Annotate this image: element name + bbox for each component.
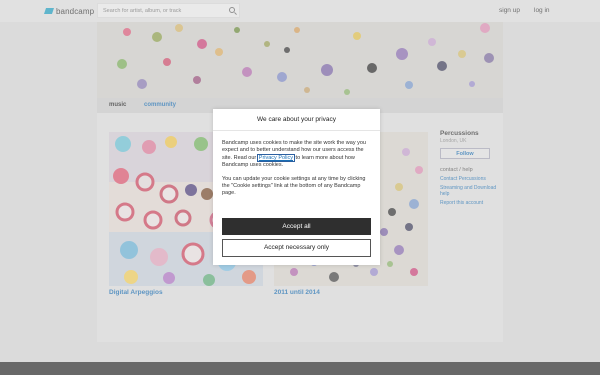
privacy-policy-link[interactable]: Privacy Policy [256,153,296,162]
dialog-title: We care about your privacy [213,109,380,131]
accept-necessary-button[interactable]: Accept necessary only [222,239,371,257]
dialog-paragraph-2: You can update your cookie settings at a… [222,175,366,197]
dialog-body: Bandcamp uses cookies to make the site w… [222,140,372,204]
accept-all-button[interactable]: Accept all [222,218,371,235]
cookie-consent-dialog: We care about your privacy Bandcamp uses… [213,109,380,265]
dialog-paragraph-1: Bandcamp uses cookies to make the site w… [222,140,372,170]
